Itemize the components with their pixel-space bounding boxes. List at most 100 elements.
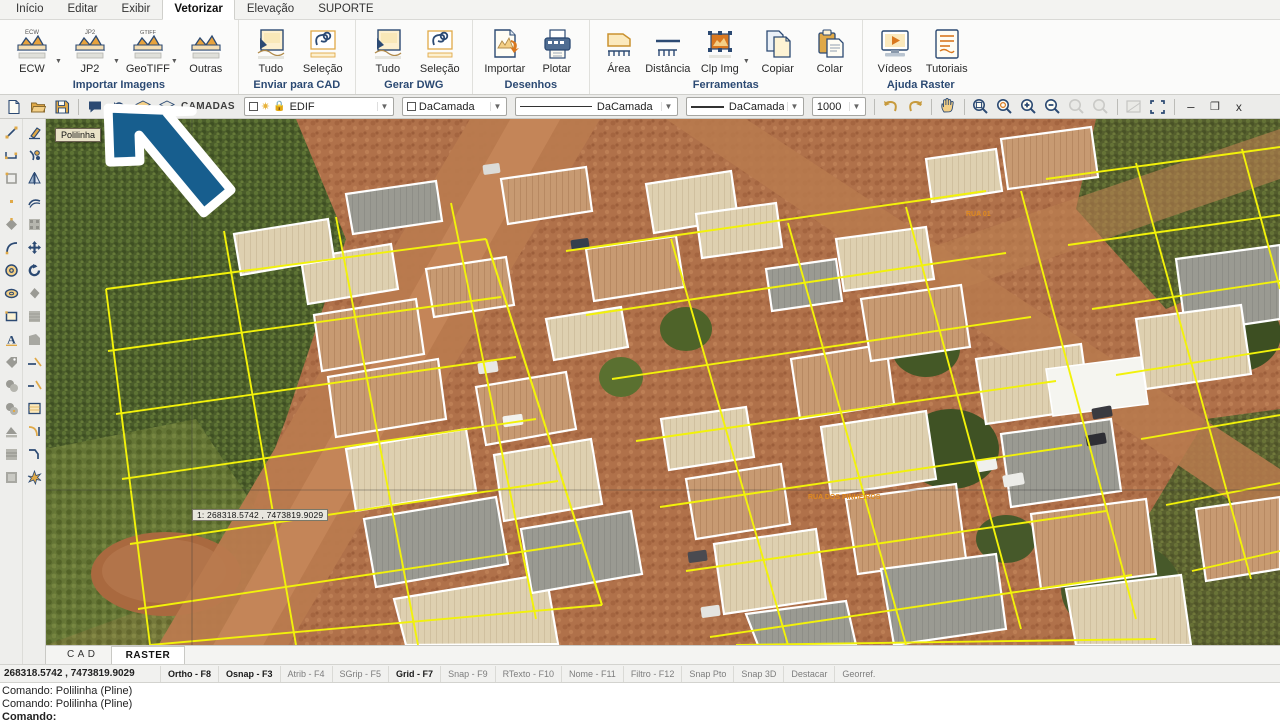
comment-icon[interactable] — [84, 97, 106, 117]
aerial-imagery[interactable]: RUA 01 RUA DOS PINHEIROS — [46, 119, 1280, 645]
chevron-down-icon[interactable]: ▼ — [489, 102, 504, 111]
explode-tool-icon[interactable] — [24, 467, 45, 488]
text-tool-icon[interactable]: A — [1, 329, 22, 350]
fillet-tool-icon[interactable] — [24, 421, 45, 442]
command-prompt-line[interactable]: Comando: — [2, 711, 1280, 720]
ribbon-button-copiar[interactable]: Copiar — [752, 23, 804, 75]
lock-icon[interactable]: 🔒 — [273, 101, 285, 112]
extend-region-tool-icon[interactable] — [24, 329, 45, 350]
ribbon-tab-exibir[interactable]: Exibir — [110, 0, 163, 19]
hatch-solid-tool-icon[interactable] — [1, 467, 22, 488]
layer-visibility-checkbox[interactable] — [248, 102, 258, 111]
restore-icon[interactable]: ❐ — [1204, 97, 1226, 117]
close-icon[interactable]: x — [1228, 97, 1250, 117]
chevron-down-icon[interactable]: ▼ — [743, 58, 750, 65]
save-icon[interactable] — [51, 97, 73, 117]
ribbon-button-colar[interactable]: Colar — [804, 23, 856, 75]
ribbon-button-ecw[interactable]: ECW ECW — [6, 23, 58, 75]
arc-tool-icon[interactable] — [1, 237, 22, 258]
scale-combo[interactable]: 1000 ▼ — [811, 97, 866, 116]
status-toggle-rtexto[interactable]: RTexto - F10 — [494, 665, 561, 682]
polyline-tool-icon[interactable] — [1, 145, 22, 166]
chevron-down-icon[interactable]: ▼ — [55, 58, 62, 65]
status-toggle-snap[interactable]: Snap - F9 — [440, 665, 495, 682]
layers-stack-icon[interactable] — [132, 97, 154, 117]
undo-icon[interactable] — [880, 97, 902, 117]
open-folder-icon[interactable] — [27, 97, 49, 117]
zoom-out-icon[interactable] — [1042, 97, 1064, 117]
break-tool-icon[interactable] — [24, 375, 45, 396]
status-toggle-osnap[interactable]: Osnap - F3 — [218, 665, 280, 682]
line-tool-icon[interactable] — [1, 122, 22, 143]
ribbon-tab-inicio[interactable]: Início — [4, 0, 56, 19]
chevron-down-icon[interactable]: ▼ — [171, 58, 178, 65]
ribbon-button-tutoriais[interactable]: Tutoriais — [921, 23, 973, 75]
ribbon-button-dwg-selecao[interactable]: Seleção — [414, 23, 466, 75]
command-line-panel[interactable]: Comando: Polilinha (Pline) Comando: Poli… — [0, 682, 1280, 720]
ribbon-button-geotiff[interactable]: GTIFF GeoTIFF — [122, 23, 174, 75]
status-toggle-georref[interactable]: Georref. — [834, 665, 882, 682]
block-copy-tool-icon[interactable] — [1, 375, 22, 396]
ribbon-button-enviar-selecao[interactable]: Seleção — [297, 23, 349, 75]
status-toggle-nome[interactable]: Nome - F11 — [560, 665, 623, 682]
ribbon-button-area[interactable]: Área — [596, 23, 642, 75]
ribbon-button-videos[interactable]: Vídeos — [869, 23, 921, 75]
move-tool-icon[interactable] — [24, 237, 45, 258]
ribbon-button-importar-desenho[interactable]: Importar — [479, 23, 531, 75]
extend-tool-icon[interactable] — [24, 352, 45, 373]
status-toggle-destacar[interactable]: Destacar — [783, 665, 834, 682]
ribbon-tab-vetorizar[interactable]: Vetorizar — [162, 0, 235, 20]
polygon-tool-icon[interactable] — [1, 214, 22, 235]
status-toggle-snap-pto[interactable]: Snap Pto — [681, 665, 733, 682]
doc-tab-raster[interactable]: RASTER — [110, 646, 186, 665]
lineweight-combo[interactable]: DaCamada ▼ — [685, 97, 804, 116]
pan-hand-icon[interactable] — [937, 97, 959, 117]
linetype-combo[interactable]: DaCamada ▼ — [514, 97, 678, 116]
ribbon-button-enviar-tudo[interactable]: Tudo — [245, 23, 297, 75]
chamfer-tool-icon[interactable] — [24, 444, 45, 465]
scale-tool-icon[interactable] — [24, 283, 45, 304]
circle-tool-icon[interactable] — [1, 260, 22, 281]
status-toggle-sgrip[interactable]: SGrip - F5 — [331, 665, 389, 682]
layer-combo[interactable]: ✷ 🔒 EDIF ▼ — [243, 97, 394, 116]
ellipse-tool-icon[interactable] — [1, 283, 22, 304]
color-combo[interactable]: DaCamada ▼ — [401, 97, 507, 116]
ribbon-button-jp2[interactable]: JP2 JP2 — [64, 23, 116, 75]
hatch-edit-tool-icon[interactable] — [1, 421, 22, 442]
rotate-tool-icon[interactable] — [24, 260, 45, 281]
map-canvas[interactable]: RUA 01 RUA DOS PINHEIROS Polilinha 1: 26… — [46, 119, 1280, 645]
status-toggle-snap-3d[interactable]: Snap 3D — [733, 665, 783, 682]
ribbon-tab-suporte[interactable]: SUPORTE — [306, 0, 385, 19]
status-toggle-grid[interactable]: Grid - F7 — [388, 665, 440, 682]
hatch-region-tool-icon[interactable] — [1, 444, 22, 465]
undo-history-icon[interactable] — [108, 97, 130, 117]
point-tool-icon[interactable] — [1, 191, 22, 212]
trim-tool-icon[interactable] — [24, 145, 45, 166]
mirror-tool-icon[interactable] — [24, 168, 45, 189]
zoom-in-icon[interactable] — [1018, 97, 1040, 117]
ribbon-tab-editar[interactable]: Editar — [56, 0, 110, 19]
stretch-tool-icon[interactable] — [24, 306, 45, 327]
zoom-extents-icon[interactable] — [994, 97, 1016, 117]
sun-icon[interactable]: ✷ — [261, 100, 270, 113]
rectangle-tool-icon[interactable] — [1, 168, 22, 189]
offset-tool-icon[interactable] — [24, 191, 45, 212]
ribbon-button-plotar[interactable]: Plotar — [531, 23, 583, 75]
chevron-down-icon[interactable]: ▼ — [786, 102, 801, 111]
chevron-down-icon[interactable]: ▼ — [848, 102, 863, 111]
hatch-fill-tool-icon[interactable] — [24, 398, 45, 419]
zoom-window-icon[interactable] — [970, 97, 992, 117]
ribbon-button-clip-img[interactable]: Clp Img — [694, 23, 746, 75]
ribbon-tab-elevacao[interactable]: Elevação — [235, 0, 306, 19]
status-toggle-filtro[interactable]: Filtro - F12 — [622, 665, 682, 682]
redo-icon[interactable] — [904, 97, 926, 117]
chevron-down-icon[interactable]: ▼ — [113, 58, 120, 65]
doc-tab-cad[interactable]: C A D — [52, 645, 111, 664]
block-insert-tool-icon[interactable] — [1, 398, 22, 419]
ribbon-button-dwg-tudo[interactable]: Tudo — [362, 23, 414, 75]
status-toggle-atrib[interactable]: Atrib - F4 — [279, 665, 332, 682]
label-tool-icon[interactable] — [1, 352, 22, 373]
chevron-down-icon[interactable]: ▼ — [660, 102, 675, 111]
minimize-icon[interactable]: – — [1180, 97, 1202, 117]
fullscreen-icon[interactable] — [1147, 97, 1169, 117]
